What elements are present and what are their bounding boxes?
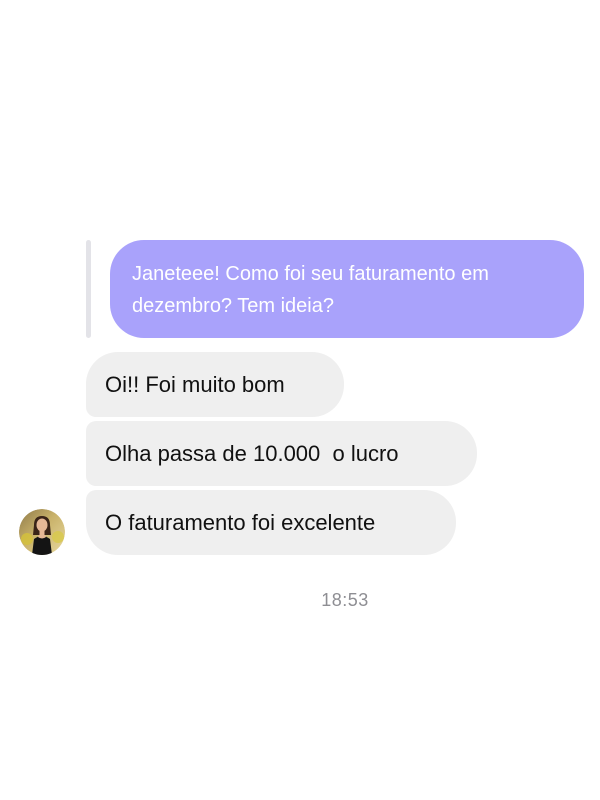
incoming-message-bubble[interactable]: Oi!! Foi muito bom [86, 352, 344, 417]
sender-avatar[interactable] [19, 509, 65, 555]
message-timestamp: 18:53 [321, 590, 369, 610]
avatar-photo-icon [19, 509, 65, 555]
incoming-message-bubble[interactable]: Olha passa de 10.000 o lucro [86, 421, 477, 486]
incoming-message-bubble[interactable]: O faturamento foi excelente [86, 490, 456, 555]
outgoing-message-bubble[interactable]: Janeteee! Como foi seu faturamento em de… [110, 240, 584, 338]
reply-quote-bar [86, 240, 91, 338]
chat-thread: Janeteee! Como foi seu faturamento em de… [0, 0, 600, 800]
